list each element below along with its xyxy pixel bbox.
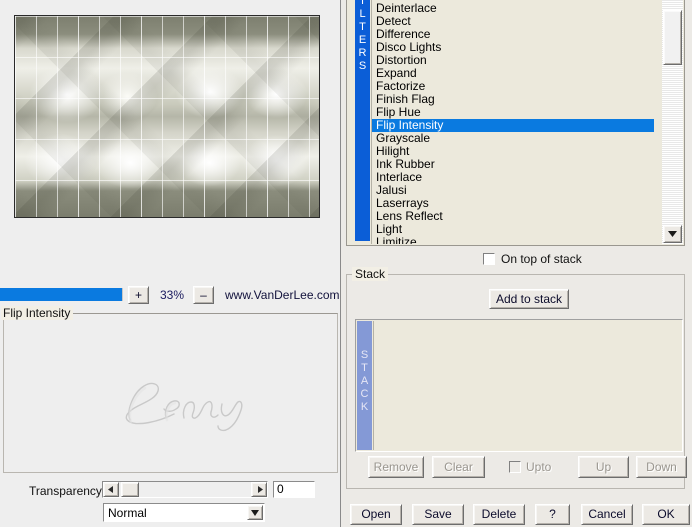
filters-scroll-down-button[interactable] (663, 225, 682, 243)
transparency-increase-button[interactable] (251, 482, 267, 497)
stack-list-content[interactable] (373, 321, 681, 450)
clear-button[interactable]: Clear (432, 456, 485, 478)
move-up-button[interactable]: Up (578, 456, 629, 478)
chevron-down-icon[interactable] (247, 505, 263, 520)
remove-button[interactable]: Remove (368, 456, 424, 478)
on-top-of-stack-row[interactable]: On top of stack (342, 251, 692, 269)
filters-listbox[interactable]: Defocus Deinterlace Detect Difference Di… (371, 0, 654, 244)
zoom-level-value: 33% (159, 288, 185, 302)
stack-tab[interactable]: STACK (357, 321, 372, 450)
on-top-of-stack-label: On top of stack (501, 252, 582, 266)
list-item[interactable]: Grayscale (372, 132, 654, 145)
preview-panel: + 33% – www.VanDerLee.com Flip Intensity (0, 0, 341, 527)
list-item[interactable]: Limitize (372, 236, 654, 244)
triangle-right-icon (257, 486, 263, 493)
list-item[interactable]: Laserrays (372, 197, 654, 210)
stack-listbox[interactable]: STACK (355, 319, 683, 452)
filters-scrollbar[interactable] (662, 0, 683, 244)
list-item[interactable]: Lens Reflect (372, 210, 654, 223)
transparency-slider[interactable] (102, 481, 268, 498)
blend-mode-select[interactable]: Normal (103, 503, 265, 522)
list-item[interactable]: Hilight (372, 145, 654, 158)
blend-mode-value: Normal (108, 506, 147, 520)
render-progress-bar (0, 288, 123, 301)
delete-button[interactable]: Delete (473, 504, 525, 525)
list-item-selected[interactable]: Flip Intensity (372, 119, 654, 132)
filters-tab[interactable]: FILTERS (355, 0, 370, 241)
preview-grid-horizontal (15, 16, 319, 217)
list-item[interactable]: Finish Flag (372, 93, 654, 106)
move-down-button[interactable]: Down (636, 456, 687, 478)
website-link[interactable]: www.VanDerLee.com (225, 286, 340, 304)
add-to-stack-button[interactable]: Add to stack (489, 289, 569, 309)
open-button[interactable]: Open (350, 504, 402, 525)
zoom-in-button[interactable]: + (128, 286, 149, 304)
transparency-value-input[interactable]: 0 (273, 481, 315, 498)
list-item[interactable]: Difference (372, 28, 654, 41)
stack-tab-label: STACK (360, 349, 369, 413)
transparency-slider-thumb[interactable] (121, 482, 139, 497)
stack-group-legend: Stack (352, 267, 389, 281)
transparency-label: Transparency (29, 484, 102, 498)
filters-group: FILTERS Defocus Deinterlace Detect Diffe… (346, 0, 685, 246)
list-item[interactable]: Distortion (372, 54, 654, 67)
list-item[interactable]: Detect (372, 15, 654, 28)
list-item[interactable]: Interlace (372, 171, 654, 184)
list-item[interactable]: Flip Hue (372, 106, 654, 119)
filter-settings-legend: Flip Intensity (1, 306, 74, 320)
save-button[interactable]: Save (412, 504, 464, 525)
image-preview[interactable] (14, 15, 320, 218)
triangle-down-icon (668, 231, 677, 237)
filters-tab-label: FILTERS (358, 0, 367, 72)
list-item[interactable]: Light (372, 223, 654, 236)
ok-button[interactable]: OK (642, 504, 690, 525)
help-button[interactable]: ? (535, 504, 570, 525)
list-item[interactable]: Factorize (372, 80, 654, 93)
list-item[interactable]: Jalusi (372, 184, 654, 197)
list-item[interactable]: Deinterlace (372, 2, 654, 15)
upto-label: Upto (526, 460, 552, 474)
filters-scrollbar-thumb[interactable] (663, 10, 682, 65)
on-top-of-stack-checkbox[interactable] (483, 253, 495, 265)
transparency-decrease-button[interactable] (103, 482, 119, 497)
list-item[interactable]: Disco Lights (372, 41, 654, 54)
zoom-toolbar: + 33% – www.VanDerLee.com (0, 286, 341, 306)
upto-checkbox[interactable] (509, 461, 521, 473)
filter-settings-group (3, 313, 338, 473)
list-item[interactable]: Ink Rubber (372, 158, 654, 171)
list-item[interactable]: Expand (372, 67, 654, 80)
cancel-button[interactable]: Cancel (581, 504, 633, 525)
triangle-left-icon (107, 486, 113, 493)
zoom-out-button[interactable]: – (193, 286, 214, 304)
plugin-dialog: + 33% – www.VanDerLee.com Flip Intensity (0, 0, 692, 527)
